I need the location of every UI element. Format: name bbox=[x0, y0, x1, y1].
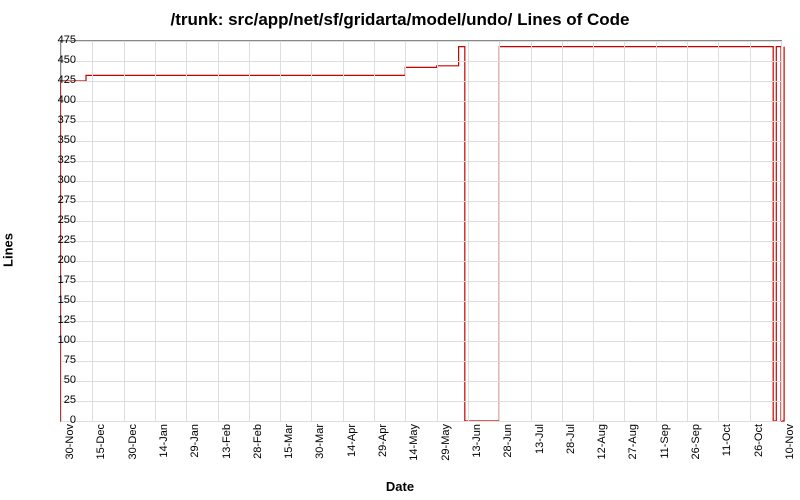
gridline-h bbox=[61, 261, 781, 262]
gridline-h bbox=[61, 301, 781, 302]
y-tick-label: 125 bbox=[46, 314, 76, 326]
gridline-h bbox=[61, 201, 781, 202]
y-tick-label: 475 bbox=[46, 34, 76, 46]
x-tick-label: 29-Apr bbox=[377, 424, 389, 457]
x-tick-label: 12-Aug bbox=[596, 424, 608, 459]
x-tick-label: 13-Jul bbox=[534, 424, 546, 454]
gridline-h bbox=[61, 361, 781, 362]
gridline-v bbox=[687, 41, 688, 421]
x-tick-label: 30-Mar bbox=[314, 424, 326, 459]
y-tick-label: 325 bbox=[46, 154, 76, 166]
gridline-v bbox=[656, 41, 657, 421]
y-tick-label: 50 bbox=[46, 374, 76, 386]
y-tick-label: 100 bbox=[46, 334, 76, 346]
gridline-h bbox=[61, 81, 781, 82]
y-tick-label: 175 bbox=[46, 274, 76, 286]
gridline-v bbox=[781, 41, 782, 421]
gridline-h bbox=[61, 381, 781, 382]
y-tick-label: 425 bbox=[46, 74, 76, 86]
x-tick-label: 14-Jan bbox=[158, 424, 170, 458]
x-tick-label: 14-Apr bbox=[346, 424, 358, 457]
gridline-v bbox=[405, 41, 406, 421]
gridline-v bbox=[218, 41, 219, 421]
gridline-h bbox=[61, 161, 781, 162]
gridline-v bbox=[343, 41, 344, 421]
x-tick-label: 30-Nov bbox=[64, 424, 76, 459]
gridline-v bbox=[468, 41, 469, 421]
gridline-v bbox=[499, 41, 500, 421]
gridline-v bbox=[562, 41, 563, 421]
y-tick-label: 75 bbox=[46, 354, 76, 366]
gridline-h bbox=[61, 41, 781, 42]
gridline-v bbox=[750, 41, 751, 421]
gridline-h bbox=[61, 101, 781, 102]
x-tick-label: 28-Jul bbox=[565, 424, 577, 454]
y-tick-label: 300 bbox=[46, 174, 76, 186]
y-tick-label: 275 bbox=[46, 194, 76, 206]
gridline-h bbox=[61, 181, 781, 182]
x-tick-label: 26-Sep bbox=[690, 424, 702, 459]
loc-chart: /trunk: src/app/net/sf/gridarta/model/un… bbox=[0, 0, 800, 500]
y-tick-label: 150 bbox=[46, 294, 76, 306]
gridline-h bbox=[61, 121, 781, 122]
gridline-h bbox=[61, 421, 781, 422]
x-tick-label: 15-Dec bbox=[95, 424, 107, 459]
y-axis-label: Lines bbox=[1, 233, 16, 267]
gridline-v bbox=[155, 41, 156, 421]
x-axis-label: Date bbox=[0, 479, 800, 494]
x-tick-label: 15-Mar bbox=[283, 424, 295, 459]
chart-title: /trunk: src/app/net/sf/gridarta/model/un… bbox=[0, 10, 800, 30]
x-tick-label: 11-Oct bbox=[721, 424, 733, 456]
x-tick-label: 11-Sep bbox=[659, 424, 671, 459]
gridline-v bbox=[437, 41, 438, 421]
gridline-v bbox=[124, 41, 125, 421]
y-tick-label: 225 bbox=[46, 234, 76, 246]
y-tick-label: 250 bbox=[46, 214, 76, 226]
gridline-h bbox=[61, 281, 781, 282]
gridline-h bbox=[61, 341, 781, 342]
x-tick-label: 14-May bbox=[408, 424, 420, 461]
x-tick-label: 13-Feb bbox=[221, 424, 233, 459]
y-tick-label: 25 bbox=[46, 394, 76, 406]
gridline-h bbox=[61, 141, 781, 142]
x-tick-label: 29-May bbox=[440, 424, 452, 461]
gridline-v bbox=[624, 41, 625, 421]
gridline-v bbox=[249, 41, 250, 421]
x-tick-label: 13-Jun bbox=[471, 424, 483, 458]
x-tick-label: 29-Jan bbox=[189, 424, 201, 458]
gridline-v bbox=[718, 41, 719, 421]
gridline-h bbox=[61, 241, 781, 242]
gridline-h bbox=[61, 401, 781, 402]
x-tick-label: 28-Feb bbox=[252, 424, 264, 459]
y-tick-label: 375 bbox=[46, 114, 76, 126]
x-tick-label: 30-Dec bbox=[127, 424, 139, 459]
gridline-v bbox=[92, 41, 93, 421]
gridline-v bbox=[280, 41, 281, 421]
y-tick-label: 350 bbox=[46, 134, 76, 146]
x-tick-label: 26-Oct bbox=[753, 424, 765, 457]
gridline-v bbox=[186, 41, 187, 421]
x-tick-label: 27-Aug bbox=[627, 424, 639, 459]
gridline-v bbox=[593, 41, 594, 421]
gridline-h bbox=[61, 61, 781, 62]
gridline-h bbox=[61, 221, 781, 222]
y-tick-label: 200 bbox=[46, 254, 76, 266]
data-line bbox=[61, 41, 781, 421]
gridline-v bbox=[311, 41, 312, 421]
gridline-v bbox=[374, 41, 375, 421]
y-tick-label: 450 bbox=[46, 54, 76, 66]
plot-area bbox=[60, 40, 782, 422]
x-tick-label: 10-Nov bbox=[784, 424, 796, 459]
x-tick-label: 28-Jun bbox=[502, 424, 514, 458]
gridline-h bbox=[61, 321, 781, 322]
y-tick-label: 400 bbox=[46, 94, 76, 106]
gridline-v bbox=[531, 41, 532, 421]
